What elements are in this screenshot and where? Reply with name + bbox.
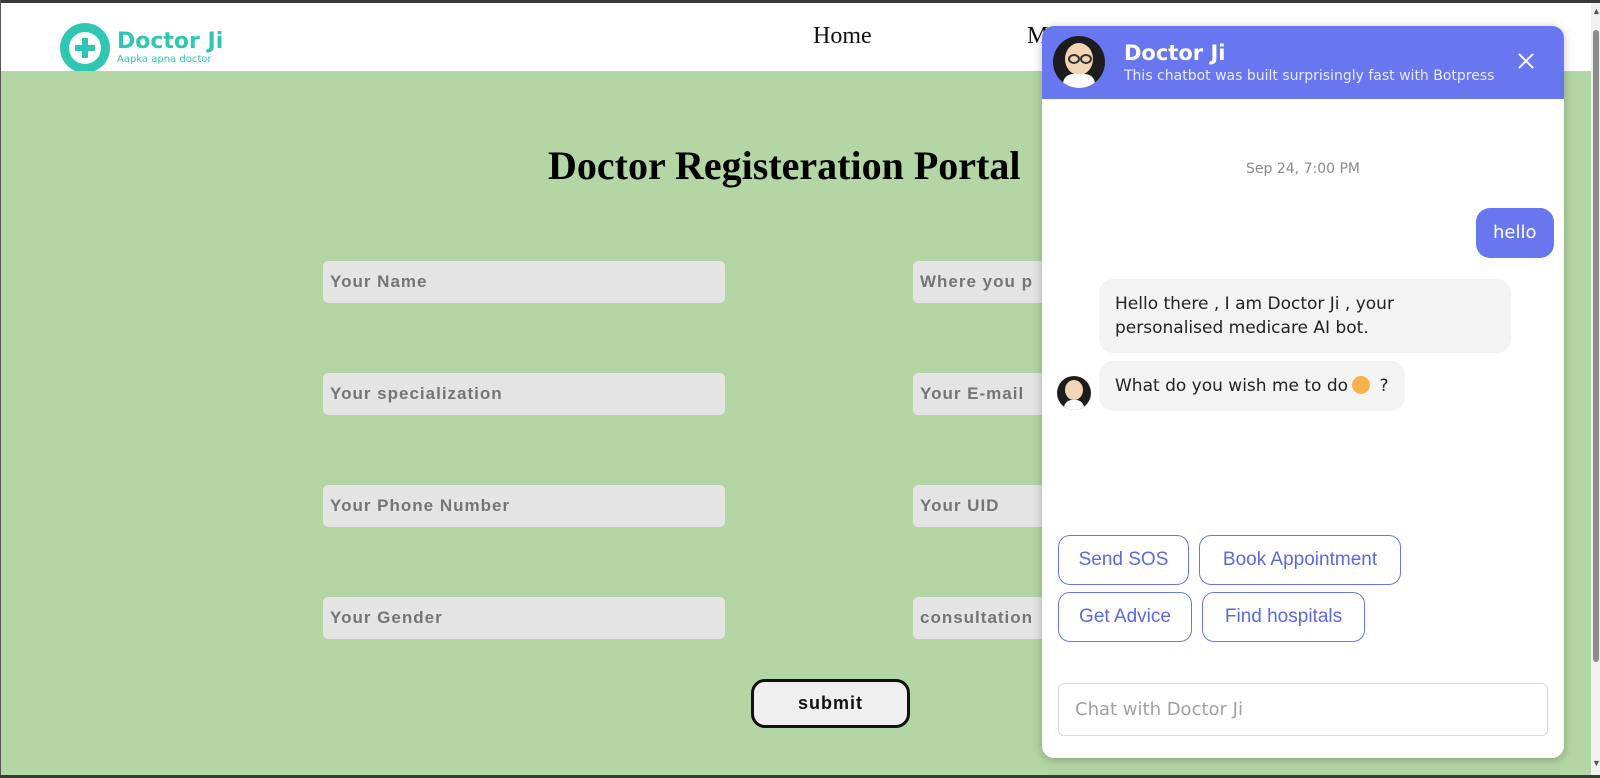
- chat-input[interactable]: Chat with Doctor Ji: [1058, 683, 1548, 736]
- specialization-input[interactable]: Your specialization: [323, 373, 725, 415]
- scroll-up-arrow-icon[interactable]: ▲: [1592, 6, 1600, 16]
- scroll-down-arrow-icon[interactable]: ▼: [1592, 758, 1600, 768]
- brand-tagline: Aapka apna doctor: [117, 54, 212, 65]
- bot-message-question: What do you wish me to do ?: [1099, 361, 1405, 411]
- chatbot-window: Doctor Ji This chatbot was built surpris…: [1042, 26, 1564, 758]
- emoji-icon: [1352, 376, 1371, 394]
- bot-message-suffix: ?: [1374, 376, 1389, 396]
- submit-button[interactable]: submit: [751, 679, 910, 728]
- gender-input[interactable]: Your Gender: [323, 597, 725, 639]
- bot-avatar-small: [1057, 376, 1091, 410]
- phone-input[interactable]: Your Phone Number: [323, 485, 725, 527]
- logo-plus-icon[interactable]: [60, 23, 110, 73]
- nav-link-home[interactable]: Home: [813, 23, 872, 50]
- chat-subtitle: This chatbot was built surprisingly fast…: [1124, 68, 1495, 84]
- user-message: hello: [1476, 208, 1554, 258]
- chat-header: Doctor Ji This chatbot was built surpris…: [1042, 26, 1564, 99]
- scrollbar-thumb[interactable]: [1593, 30, 1599, 662]
- page-title: Doctor Registeration Portal: [548, 143, 1021, 188]
- quick-reply-get-advice[interactable]: Get Advice: [1058, 592, 1192, 642]
- quick-reply-send-sos[interactable]: Send SOS: [1058, 535, 1189, 585]
- message-timestamp: Sep 24, 7:00 PM: [1246, 161, 1360, 177]
- bot-avatar: [1053, 36, 1105, 88]
- close-icon[interactable]: [1514, 49, 1538, 73]
- bot-message: Hello there , I am Doctor Ji , your pers…: [1099, 279, 1511, 353]
- quick-reply-find-hospitals[interactable]: Find hospitals: [1202, 592, 1365, 642]
- chat-title: Doctor Ji: [1124, 41, 1226, 65]
- name-input[interactable]: Your Name: [323, 261, 725, 303]
- bot-message-text: What do you wish me to do: [1115, 376, 1349, 396]
- brand-name[interactable]: Doctor Ji: [117, 29, 223, 54]
- window-frame-left: [0, 0, 1, 778]
- quick-reply-book-appointment[interactable]: Book Appointment: [1199, 535, 1401, 585]
